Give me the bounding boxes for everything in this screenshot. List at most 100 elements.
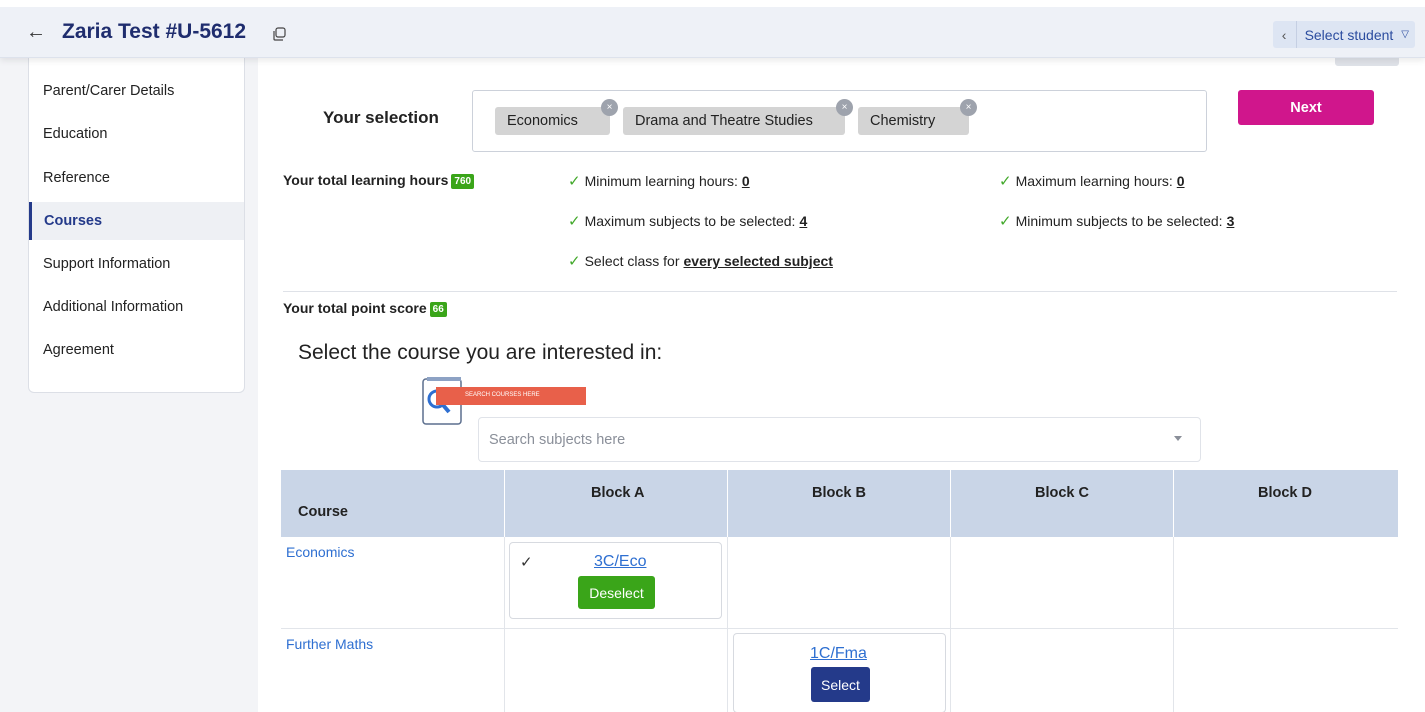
sidebar-item-label: Parent/Carer Details <box>43 83 175 99</box>
block-b-cell: 1C/Fma Select <box>728 629 951 712</box>
course-cell: Further Maths <box>281 629 505 712</box>
sidebar-item-label: Reference <box>43 170 110 186</box>
learning-hours-summary: Your total learning hours 760 <box>283 172 475 189</box>
sidebar-item-parent-carer-details[interactable]: Parent/Carer Details <box>29 72 244 110</box>
requirement-value: 4 <box>799 213 808 229</box>
search-subjects-input[interactable]: Search subjects here <box>478 417 1201 462</box>
point-score-badge: 66 <box>429 301 447 317</box>
block-b-cell <box>728 537 951 628</box>
course-cell: Economics <box>281 537 505 628</box>
deselect-button[interactable]: Deselect <box>578 576 655 609</box>
sidebar-item-support-information[interactable]: Support Information <box>29 245 244 283</box>
sidebar-item-education[interactable]: Education <box>29 115 244 153</box>
column-header-label: Block B <box>812 485 866 501</box>
block-c-cell <box>951 537 1174 628</box>
checkmark-icon: ✓ <box>520 554 533 571</box>
select-button[interactable]: Select <box>811 667 870 702</box>
remove-chip-icon[interactable]: × <box>601 99 618 116</box>
top-header: ← Zaria Test #U-5612 ‹ Select student ▽ <box>0 0 1425 58</box>
sidebar-item-label: Additional Information <box>43 299 184 315</box>
divider <box>283 291 1397 292</box>
check-icon: ✓ <box>999 173 1012 190</box>
requirement-text: Minimum subjects to be selected: <box>1015 213 1223 229</box>
column-header-block-b: Block B <box>728 470 951 537</box>
learning-hours-label: Your total learning hours <box>283 172 449 188</box>
column-header-block-c: Block C <box>951 470 1174 537</box>
back-arrow-icon[interactable]: ← <box>26 21 46 44</box>
column-header-label: Block D <box>1258 485 1312 501</box>
copy-icon[interactable] <box>272 27 286 41</box>
check-icon: ✓ <box>568 213 581 230</box>
column-header-label: Block A <box>591 485 645 501</box>
select-student-label: Select student <box>1304 26 1394 43</box>
block-c-cell <box>951 629 1174 712</box>
main-content: Your selection Economics × Drama and The… <box>258 58 1425 712</box>
block-a-cell: ✓ 3C/Eco Deselect <box>505 537 728 628</box>
requirement-value: 0 <box>1176 173 1185 189</box>
check-icon: ✓ <box>568 253 581 270</box>
option-card: ✓ 3C/Eco Deselect <box>509 542 722 619</box>
selection-box[interactable]: Economics × Drama and Theatre Studies × … <box>472 90 1207 152</box>
point-score-summary: Your total point score 66 <box>283 300 447 317</box>
requirement-text: Maximum learning hours: <box>1015 173 1173 189</box>
table-row: Economics ✓ 3C/Eco Deselect <box>281 537 1398 629</box>
select-student-dropdown[interactable]: ‹ Select student ▽ <box>1272 21 1415 48</box>
selection-chip: Drama and Theatre Studies × <box>623 99 853 135</box>
block-d-cell <box>1174 629 1398 712</box>
page-title: Zaria Test #U-5612 <box>62 20 247 43</box>
check-icon: ✓ <box>999 213 1012 230</box>
sidebar-item-label: Courses <box>44 213 103 229</box>
requirement-text: Select class for <box>584 253 680 269</box>
requirement-max-subjects: ✓ Maximum subjects to be selected: 4 <box>568 212 807 230</box>
table-row: Further Maths 1C/Fma Select <box>281 629 1398 712</box>
learning-hours-badge: 760 <box>451 173 475 189</box>
chip-label: Economics <box>507 113 578 129</box>
search-courses-banner-text: SEARCH COURSES HERE <box>465 392 540 398</box>
search-placeholder: Search subjects here <box>489 431 626 448</box>
check-icon: ✓ <box>568 173 581 190</box>
sidebar-item-courses[interactable]: Courses <box>29 202 244 240</box>
dropdown-caret-icon <box>1174 436 1182 441</box>
table-header: Course Block A Block B Block C Block D <box>281 470 1398 537</box>
column-header-block-a: Block A <box>505 470 728 537</box>
column-header-label: Course <box>298 504 348 520</box>
sidebar-item-additional-information[interactable]: Additional Information <box>29 288 244 326</box>
course-link[interactable]: Further Maths <box>286 636 373 652</box>
block-a-cell <box>505 629 728 712</box>
requirement-min-hours: ✓ Minimum learning hours: 0 <box>568 172 750 190</box>
requirement-value: 3 <box>1226 213 1235 229</box>
sidebar-item-reference[interactable]: Reference <box>29 159 244 197</box>
chevron-left-icon[interactable]: ‹ <box>1273 21 1297 48</box>
top-tab-stub <box>1335 58 1399 66</box>
column-header-label: Block C <box>1035 485 1089 501</box>
sidebar-item-label: Education <box>43 126 108 142</box>
course-link[interactable]: Economics <box>286 544 354 560</box>
option-code-link[interactable]: 3C/Eco <box>594 553 646 571</box>
point-score-label: Your total point score <box>283 300 427 316</box>
selection-chip: Economics × <box>495 99 618 135</box>
remove-chip-icon[interactable]: × <box>960 99 977 116</box>
sidebar-item-label: Agreement <box>43 342 114 358</box>
your-selection-label: Your selection <box>323 108 439 127</box>
chip-label: Chemistry <box>870 113 936 129</box>
requirement-max-hours: ✓ Maximum learning hours: 0 <box>999 172 1185 190</box>
sidebar-item-agreement[interactable]: Agreement <box>29 331 244 369</box>
option-code-link[interactable]: 1C/Fma <box>810 645 867 663</box>
selection-chip: Chemistry × <box>858 99 977 135</box>
requirement-text: Minimum learning hours: <box>584 173 738 189</box>
requirement-value: 0 <box>741 173 750 189</box>
next-button[interactable]: Next <box>1238 90 1374 125</box>
course-section-title: Select the course you are interested in: <box>298 341 663 364</box>
requirement-text: Maximum subjects to be selected: <box>584 213 796 229</box>
requirement-value: every selected subject <box>683 253 833 269</box>
requirement-min-subjects: ✓ Minimum subjects to be selected: 3 <box>999 212 1234 230</box>
column-header-block-d: Block D <box>1174 470 1398 537</box>
remove-chip-icon[interactable]: × <box>836 99 853 116</box>
requirement-select-class: ✓ Select class for every selected subjec… <box>568 252 833 270</box>
block-d-cell <box>1174 537 1398 628</box>
option-card: 1C/Fma Select <box>733 633 946 712</box>
sidebar-item-label: Support Information <box>43 256 171 272</box>
caret-down-icon: ▽ <box>1401 29 1409 40</box>
column-header-course: Course <box>281 470 505 537</box>
chip-label: Drama and Theatre Studies <box>635 113 813 129</box>
